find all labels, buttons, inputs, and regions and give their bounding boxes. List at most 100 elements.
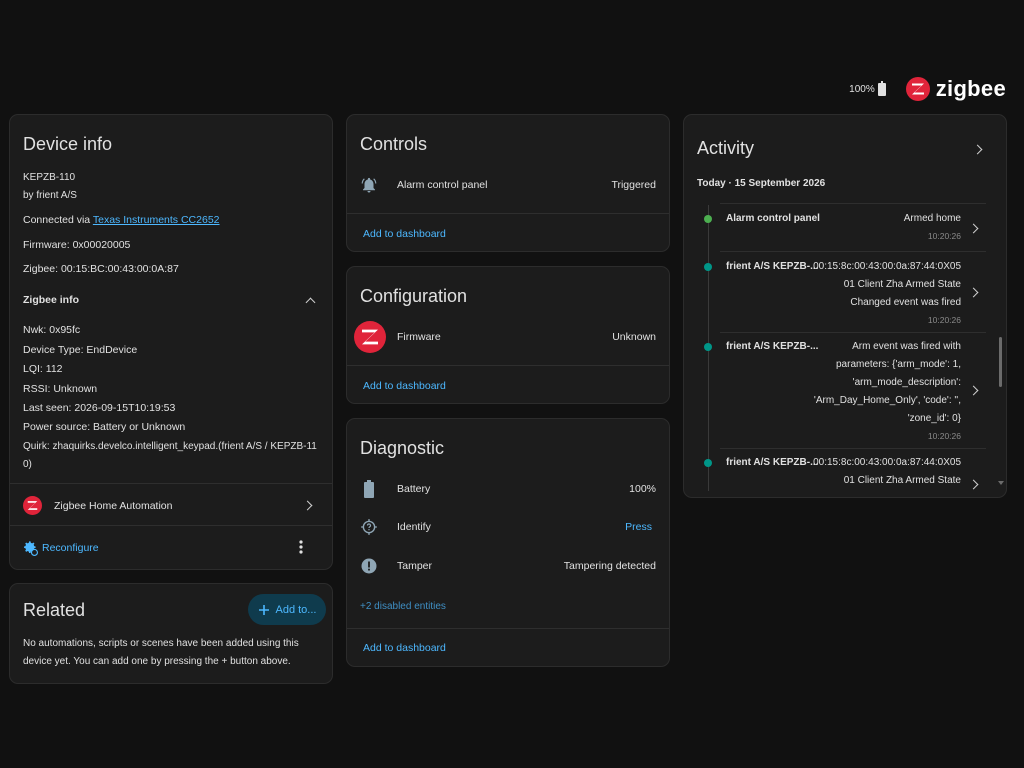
configuration-card: Configuration Firmware Unknown Add to da… — [346, 266, 670, 404]
diagnostic-add-to-dashboard[interactable]: Add to dashboard — [363, 642, 446, 654]
alarm-entity-name[interactable]: Alarm control panel — [397, 179, 487, 191]
quirk-info-line2: 0) — [23, 459, 32, 470]
activity-entry-divider — [720, 448, 986, 449]
last-seen-info: Last seen: 2026-09-15T10:19:53 — [23, 402, 176, 414]
activity-entry-message-line: 00:15:8c:00:43:00:0a:87:44:0X05 — [813, 457, 961, 468]
tamper-entity-state[interactable]: Tampering detected — [564, 560, 656, 572]
diagnostic-card: Diagnostic Battery 100% Identify Press T… — [346, 418, 670, 667]
dots-vertical-icon[interactable] — [294, 539, 308, 555]
lqi-info: LQI: 112 — [23, 363, 63, 375]
alarm-entity-state[interactable]: Triggered — [611, 179, 656, 191]
activity-entry-message-line: Arm event was fired with — [852, 341, 961, 352]
related-title: Related — [23, 600, 86, 620]
activity-entry-time: 10:20:26 — [927, 231, 961, 241]
activity-dot — [704, 343, 712, 351]
configuration-add-to-dashboard[interactable]: Add to dashboard — [363, 380, 446, 392]
configuration-divider — [347, 365, 669, 366]
rssi-info: RSSI: Unknown — [23, 383, 98, 395]
battery-full-icon — [877, 80, 886, 96]
zigbee-info-header[interactable]: Zigbee info — [23, 294, 79, 306]
connected-via-label: Connected via — [23, 214, 93, 226]
related-description-line1: No automations, scripts or scenes have b… — [23, 638, 299, 649]
activity-entry-name: frient A/S KEPZB-... — [726, 457, 819, 468]
activity-dot — [704, 215, 712, 223]
activity-dot — [704, 263, 712, 271]
activity-dot — [704, 459, 712, 467]
activity-list[interactable]: Alarm control panel Armed home 10:20:26 … — [684, 201, 1002, 491]
controls-card: Controls Alarm control panel Triggered A… — [346, 114, 670, 252]
activity-entry-chevron-icon[interactable] — [968, 479, 979, 490]
identify-press-button[interactable]: Press — [625, 521, 652, 533]
activity-entry-divider — [720, 251, 986, 252]
header-status: 100% zigbee — [849, 76, 1006, 102]
diagnostic-title: Diagnostic — [360, 438, 445, 458]
cog-refresh-icon[interactable] — [21, 539, 38, 556]
controls-divider — [347, 213, 669, 214]
reconfigure-button[interactable]: Reconfigure — [42, 542, 99, 554]
related-card: Related Add to... No automations, script… — [9, 583, 333, 684]
firmware-entity-state[interactable]: Unknown — [612, 331, 656, 343]
scroll-down-arrow-icon[interactable] — [998, 481, 1004, 486]
integration-chevron-icon[interactable] — [302, 500, 313, 511]
zigbee-logo: zigbee — [905, 76, 1006, 102]
activity-open-chevron-icon[interactable] — [972, 144, 983, 155]
activity-entry-time: 10:20:26 — [927, 431, 961, 441]
integration-divider-top — [10, 483, 332, 484]
controls-add-to-dashboard[interactable]: Add to dashboard — [363, 228, 446, 240]
add-to-label: Add to... — [275, 603, 317, 616]
activity-entry-message-line: parameters: {'arm_mode': 1, — [836, 359, 961, 370]
battery-entity-name[interactable]: Battery — [397, 483, 430, 495]
zigbee-mark-icon — [905, 77, 930, 101]
activity-entry-name: Alarm control panel — [726, 213, 820, 224]
activity-entry-name: frient A/S KEPZB-... — [726, 341, 819, 352]
integration-link[interactable]: Zigbee Home Automation — [54, 500, 172, 512]
activity-entry-message-line: 'zone_id': 0} — [907, 413, 961, 424]
zigbee-wordmark: zigbee — [935, 76, 1006, 101]
activity-scrollbar-thumb[interactable] — [999, 337, 1002, 387]
plus-icon — [258, 604, 269, 615]
battery-icon — [364, 480, 374, 498]
add-to-button[interactable]: Add to... — [248, 594, 326, 625]
alert-circle-icon — [361, 558, 377, 574]
collapse-chevron-icon[interactable] — [305, 297, 316, 308]
activity-date: Today · 15 September 2026 — [697, 178, 826, 189]
integration-divider-bottom — [10, 525, 332, 526]
quirk-info-line1: Quirk: zhaquirks.develco.intelligent_key… — [23, 441, 317, 452]
crosshairs-question-icon — [361, 519, 377, 535]
activity-entry-chevron-icon[interactable] — [968, 223, 979, 234]
activity-entry-name: frient A/S KEPZB-... — [726, 261, 819, 272]
device-info-card: Device info KEPZB-110 by frient A/S Conn… — [9, 114, 333, 570]
diagnostic-divider — [347, 628, 669, 629]
identify-entity-name[interactable]: Identify — [397, 521, 431, 533]
device-model: KEPZB-110 — [23, 172, 76, 183]
firmware-zigbee-icon — [354, 321, 386, 353]
coordinator-link[interactable]: Texas Instruments CC2652 — [93, 214, 220, 226]
activity-scrollbar[interactable] — [998, 201, 1004, 491]
activity-card: Activity Today · 15 September 2026 Alarm… — [683, 114, 1007, 498]
related-description-line2: device yet. You can add one by pressing … — [23, 656, 291, 667]
device-manufacturer: by frient A/S — [23, 190, 77, 201]
tamper-entity-name[interactable]: Tamper — [397, 560, 432, 572]
disabled-entities-link[interactable]: +2 disabled entities — [360, 601, 446, 612]
activity-entry-message-line: 'arm_mode_description': — [852, 377, 961, 388]
activity-list-top-divider — [720, 203, 986, 204]
battery-percentage: 100% — [849, 83, 875, 95]
activity-entry-message-line: Changed event was fired — [850, 297, 961, 308]
activity-entry-time: 10:20:26 — [927, 315, 961, 325]
zha-logo-icon — [23, 496, 42, 515]
nwk-info: Nwk: 0x95fc — [23, 324, 81, 336]
firmware-info: Firmware: 0x00020005 — [23, 239, 131, 251]
device-type-info: Device Type: EndDevice — [23, 344, 138, 356]
activity-entry-message-line: 01 Client Zha Armed State — [843, 475, 961, 486]
activity-entry-divider — [720, 332, 986, 333]
activity-entry-message-line: 00:15:8c:00:43:00:0a:87:44:0X05 — [813, 261, 961, 272]
activity-entry-message-line: 01 Client Zha Armed State — [843, 279, 961, 290]
firmware-entity-name[interactable]: Firmware — [397, 331, 441, 343]
activity-entry-message: Armed home — [903, 213, 961, 224]
configuration-title: Configuration — [360, 286, 468, 306]
activity-entry-chevron-icon[interactable] — [968, 287, 979, 298]
battery-entity-state[interactable]: 100% — [629, 483, 656, 495]
power-source-info: Power source: Battery or Unknown — [23, 421, 186, 433]
activity-entry-chevron-icon[interactable] — [968, 385, 979, 396]
bell-ring-icon — [361, 177, 377, 193]
